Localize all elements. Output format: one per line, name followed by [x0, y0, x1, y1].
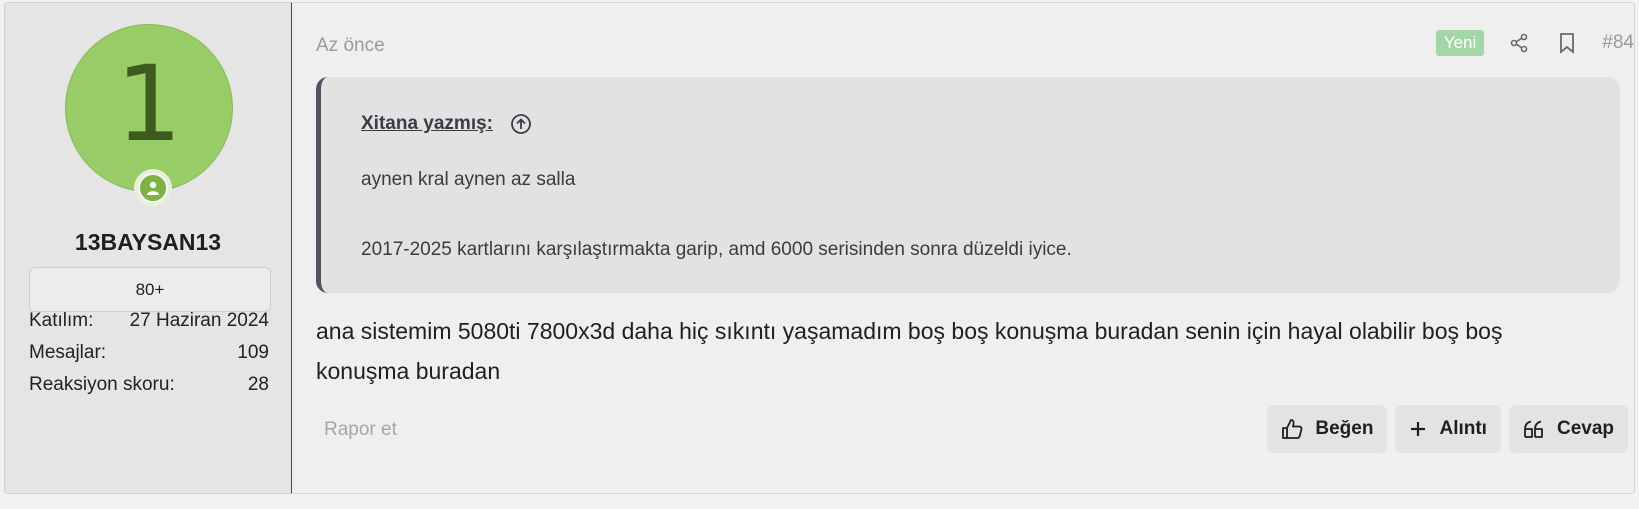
quote-line: aynen kral aynen az salla [361, 169, 576, 190]
post-actions: Beğen Alıntı Cevap [1259, 405, 1628, 453]
post-number[interactable]: #84 [1602, 32, 1634, 54]
user-sidebar: 1 13BAYSAN13 80+ Katılım: 27 Haziran 202… [5, 3, 292, 493]
stat-value: 27 Haziran 2024 [129, 310, 269, 331]
post-body: ana sistemim 5080ti 7800x3d daha hiç sık… [316, 318, 1503, 384]
user-title-text: 80+ [135, 279, 165, 299]
post-main: Az önce Yeni #84 Xitana yazmış: aynen kr… [292, 3, 1634, 493]
quote-button[interactable]: Alıntı [1395, 405, 1501, 453]
quote-marks-icon [1524, 420, 1543, 438]
stat-label: Reaksiyon skoru: [29, 374, 175, 395]
plus-icon [1411, 422, 1426, 436]
user-online-icon [138, 173, 168, 203]
stat-label: Mesajlar: [29, 342, 107, 363]
avatar-letter: 1 [115, 43, 183, 165]
report-link[interactable]: Rapor et [324, 419, 397, 441]
user-title-badge: 80+ [29, 267, 271, 312]
post-timestamp[interactable]: Az önce [316, 35, 385, 57]
bookmark-icon[interactable] [1554, 30, 1580, 56]
like-button[interactable]: Beğen [1267, 405, 1388, 453]
reply-label: Cevap [1556, 418, 1614, 439]
stat-reaction-score: Reaksiyon skoru: 28 [29, 374, 269, 396]
thumbs-up-icon [1282, 419, 1303, 439]
quote-author-link[interactable]: Xitana yazmış: [361, 113, 493, 135]
quote-line: 2017-2025 kartlarını karşılaştırmakta ga… [361, 239, 1072, 260]
post-header-actions: Yeni #84 [1435, 30, 1634, 56]
stat-value: 28 [247, 374, 269, 395]
stat-messages: Mesajlar: 109 [29, 342, 269, 364]
quote-block: Xitana yazmış: aynen kral aynen az salla… [316, 77, 1620, 293]
like-label: Beğen [1315, 418, 1374, 439]
avatar[interactable]: 1 [65, 24, 233, 192]
new-badge: Yeni [1435, 30, 1485, 56]
reply-button[interactable]: Cevap [1508, 405, 1628, 453]
message-post: 1 13BAYSAN13 80+ Katılım: 27 Haziran 202… [4, 2, 1635, 494]
stat-label: Katılım: [29, 310, 94, 331]
stat-value: 109 [237, 342, 269, 363]
arrow-up-circle-icon[interactable] [510, 113, 532, 140]
share-icon[interactable] [1506, 30, 1532, 56]
online-status-indicator [134, 169, 172, 207]
username[interactable]: 13BAYSAN13 [5, 229, 291, 256]
stat-joined: Katılım: 27 Haziran 2024 [29, 310, 269, 332]
quote-label: Alıntı [1439, 418, 1487, 439]
